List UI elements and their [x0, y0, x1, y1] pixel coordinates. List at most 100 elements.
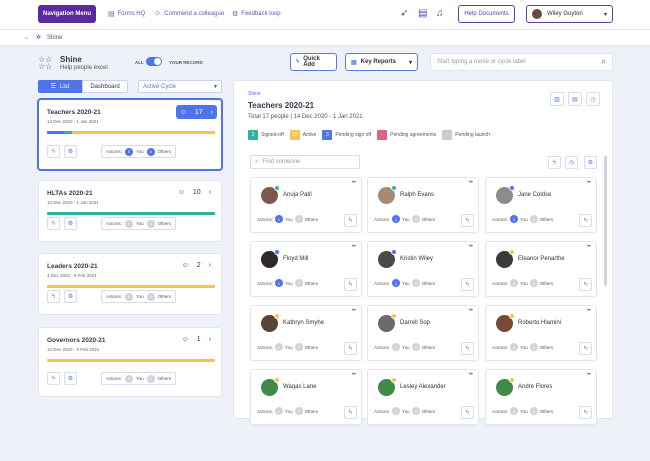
person-card[interactable]: Eleanor Penarthe ••• Actions: 0 You 0 Ot… [485, 241, 597, 297]
clock-icon[interactable]: ◷ [565, 156, 578, 169]
more-options-icon[interactable]: ••• [587, 372, 591, 378]
bolt-icon[interactable]: ϟ [461, 214, 474, 227]
feedback-loop-link[interactable]: ⚙ Feedback loop [232, 10, 281, 18]
bolt-icon[interactable]: ϟ [47, 145, 60, 158]
bolt-icon[interactable]: ϟ [579, 342, 592, 355]
person-card[interactable]: Anuja Patil ••• Actions: 1 You 0 Others … [250, 177, 362, 233]
scrollbar[interactable] [604, 156, 607, 286]
gear-icon[interactable]: ⚙ [64, 145, 77, 158]
person-card[interactable]: Waqas Lane ••• Actions: 0 You 0 Others ϟ [250, 369, 362, 425]
file-icon[interactable]: ▤ [568, 92, 582, 106]
actions-label: Actions: [374, 344, 391, 350]
legend-count: - [442, 130, 453, 140]
key-reports-button[interactable]: ▤ Key Reports ▾ [345, 53, 418, 71]
person-card[interactable]: Lesley Alexander ••• Actions: 0 You 0 Ot… [367, 369, 479, 425]
cycle-filter-select[interactable]: Active Cycle ▾ [138, 80, 222, 93]
bolt-icon[interactable]: ϟ [344, 214, 357, 227]
person-card[interactable]: Roberto Hlamini ••• Actions: 0 You 0 Oth… [485, 305, 597, 361]
legend-item[interactable]: 12 Active [289, 130, 316, 140]
status-dot [509, 377, 515, 383]
you-count: 1 [275, 279, 284, 287]
bolt-icon[interactable]: ϟ [579, 214, 592, 227]
you-count: 0 [125, 219, 134, 228]
more-options-icon[interactable]: ••• [469, 308, 473, 314]
more-options-icon[interactable]: ••• [352, 308, 356, 314]
bell-icon[interactable]: ♫ [436, 8, 444, 19]
cycle-card[interactable]: HLTAs 2020-21 14 Dec 2020 - 1 Jan 2021 ☺… [38, 180, 222, 242]
bolt-icon[interactable]: ϟ [579, 406, 592, 419]
navigation-menu-button[interactable]: Navigation Menu [38, 5, 96, 23]
gear-icon[interactable]: ⚙ [64, 290, 77, 303]
bolt-icon[interactable]: ϟ [548, 156, 561, 169]
clock-icon[interactable]: ◷ [586, 92, 600, 106]
cycle-count[interactable]: ☺ 2 › [182, 262, 211, 269]
legend-item[interactable]: 3 Pending sign off [322, 130, 371, 140]
others-count: 0 [294, 215, 303, 223]
bolt-icon[interactable]: ϟ [461, 342, 474, 355]
cycle-dates: 4 Dec 2020 - 5 Feb 2021 [47, 273, 97, 278]
person-card[interactable]: Floyd Mill ••• Actions: 1 You 0 Others ϟ [250, 241, 362, 297]
legend-count: - [377, 130, 388, 140]
more-options-icon[interactable]: ••• [352, 180, 356, 186]
status-dot [391, 377, 397, 383]
others-count: 0 [411, 407, 420, 415]
quick-add-button[interactable]: ϟ Quick Add [290, 53, 337, 71]
person-card[interactable]: Jane Coldse ••• Actions: 1 You 0 Others … [485, 177, 597, 233]
more-options-icon[interactable]: ••• [469, 180, 473, 186]
bolt-icon[interactable]: ϟ [47, 217, 60, 230]
more-options-icon[interactable]: ••• [587, 244, 591, 250]
bolt-icon[interactable]: ϟ [579, 278, 592, 291]
more-options-icon[interactable]: ••• [352, 372, 356, 378]
gear-icon[interactable]: ⚙ [64, 372, 77, 385]
bolt-icon[interactable]: ϟ [344, 406, 357, 419]
back-arrow-icon[interactable]: ← [24, 35, 30, 41]
gear-icon[interactable]: ⚙ [64, 217, 77, 230]
person-card[interactable]: Kristin Wiley ••• Actions: 1 You 0 Other… [367, 241, 479, 297]
more-options-icon[interactable]: ••• [469, 372, 473, 378]
legend-item[interactable]: - Pending agreements [377, 130, 436, 140]
bolt-icon[interactable]: ϟ [47, 290, 60, 303]
bolt-icon[interactable]: ϟ [344, 342, 357, 355]
shine-logo-icon: ☆☆ ☆☆ [38, 55, 53, 71]
legend-item[interactable]: - Pending launch [442, 130, 490, 140]
person-card[interactable]: Kathryn Smyhe ••• Actions: 0 You 0 Other… [250, 305, 362, 361]
legend-item[interactable]: 2 Signed-off [248, 130, 284, 140]
actions-summary: Actions: 0 You 0 Others [101, 372, 177, 385]
more-options-icon[interactable]: ••• [587, 180, 591, 186]
more-options-icon[interactable]: ••• [587, 308, 591, 314]
view-tabs: ☰ List Dashboard [38, 80, 128, 93]
cycle-count[interactable]: ☺ 10 › [178, 189, 211, 196]
bolt-icon[interactable]: ϟ [461, 406, 474, 419]
file-icon[interactable]: ▤ [418, 8, 427, 19]
bolt-icon[interactable]: ϟ [344, 278, 357, 291]
tab-dashboard[interactable]: Dashboard [82, 80, 128, 93]
more-options-icon[interactable]: ••• [352, 244, 356, 250]
person-card[interactable]: Ralph Evans ••• Actions: 1 You 0 Others … [367, 177, 479, 233]
cycle-card[interactable]: Teachers 2020-21 14 Dec 2020 - 1 Jan 202… [38, 99, 222, 170]
more-options-icon[interactable]: ••• [469, 244, 473, 250]
panel-breadcrumb[interactable]: Shine [248, 91, 261, 97]
person-name: Andre Flores [518, 384, 553, 390]
cycle-card[interactable]: Leaders 2020-21 4 Dec 2020 - 5 Feb 2021 … [38, 253, 222, 315]
person-card[interactable]: Andre Flores ••• Actions: 0 You 0 Others… [485, 369, 597, 425]
you-label: You [520, 216, 528, 222]
search-input[interactable]: Start typing a name or cycle label ⌕ [430, 53, 613, 71]
find-someone-input[interactable]: ⌕ Find someone [250, 155, 360, 169]
person-card[interactable]: Darrell Sop ••• Actions: 0 You 0 Others … [367, 305, 479, 361]
help-documents-button[interactable]: Help Documents [458, 5, 515, 23]
commend-colleague-link[interactable]: ☺ Commend a colleague [154, 10, 224, 17]
rocket-icon[interactable]: ➶ [400, 8, 408, 19]
others-count: 4 [146, 147, 155, 156]
forms-hq-link[interactable]: ▤ Forms HQ [108, 10, 145, 18]
record-toggle[interactable] [146, 57, 162, 66]
cycle-card[interactable]: Governors 2020-21 14 Dec 2020 - 5 Feb 20… [38, 327, 222, 397]
tab-list[interactable]: ☰ List [38, 80, 82, 93]
actions-summary: Actions: 0 You 0 Others [101, 290, 177, 303]
bolt-icon[interactable]: ϟ [47, 372, 60, 385]
user-menu[interactable]: Wiley Guyton ▾ [526, 5, 613, 23]
cycle-count[interactable]: ☺ 17 › [175, 105, 217, 119]
cycle-count[interactable]: ☺ 1 › [182, 336, 211, 343]
gear-icon[interactable]: ⚙ [584, 156, 597, 169]
chart-icon[interactable]: ▥ [550, 92, 564, 106]
bolt-icon[interactable]: ϟ [461, 278, 474, 291]
